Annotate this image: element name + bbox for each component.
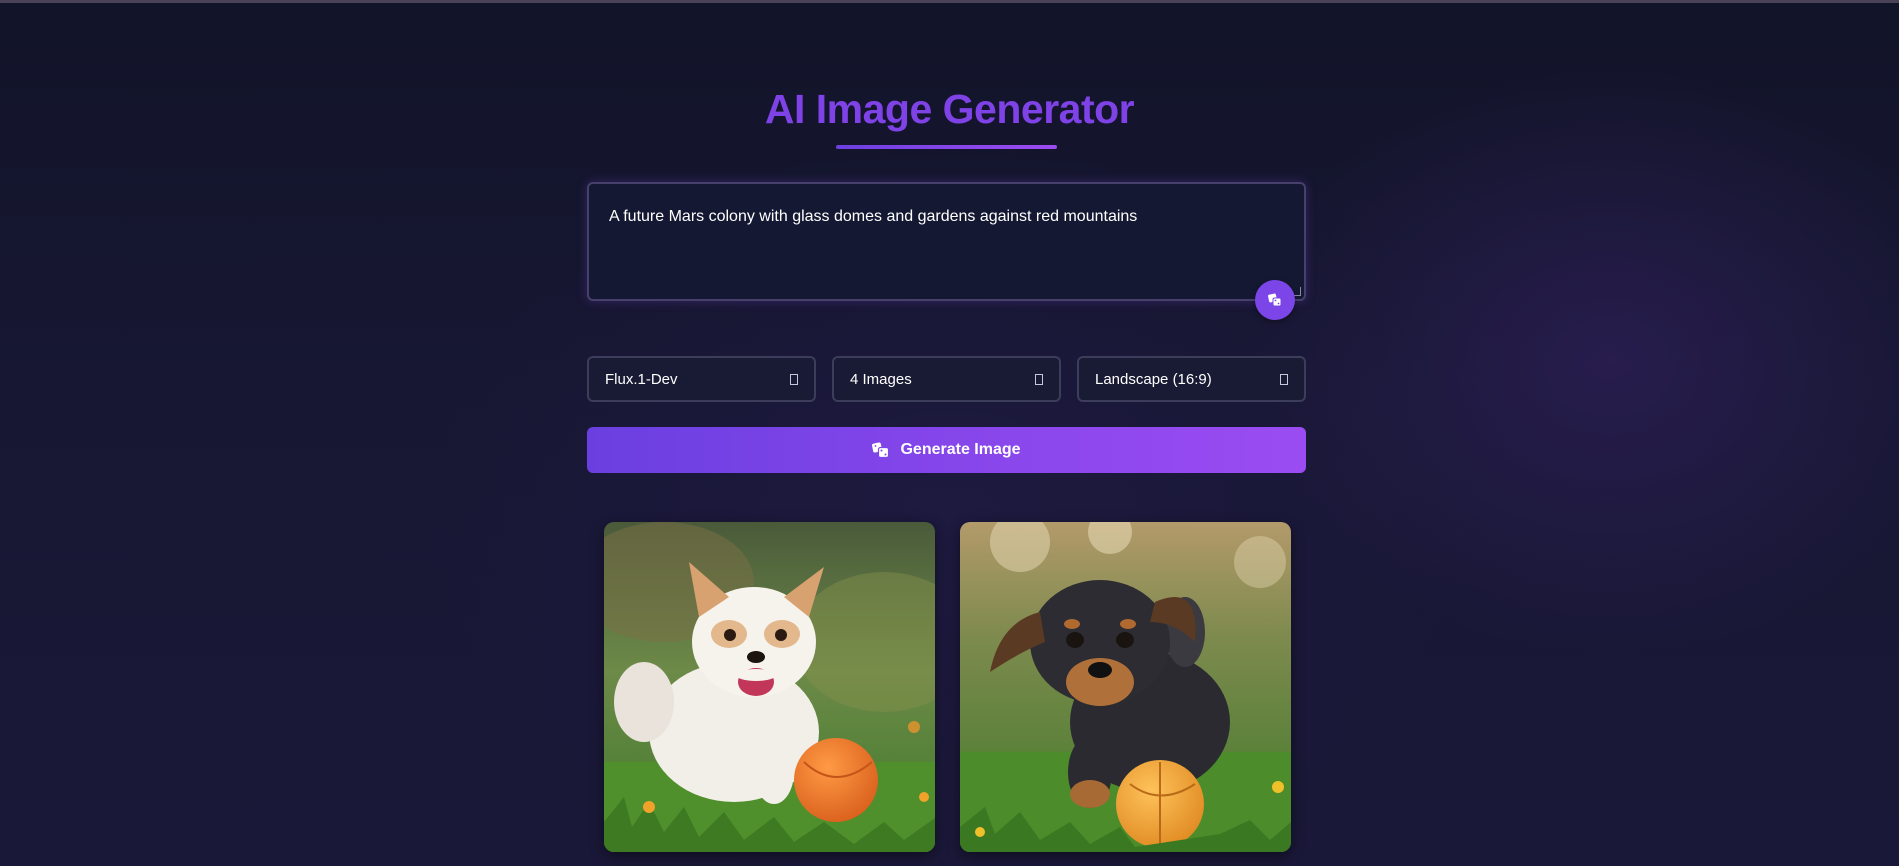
prompt-text[interactable]: A future Mars colony with glass domes an… (609, 208, 1284, 226)
model-select-value: Flux.1-Dev (605, 370, 678, 388)
image-count-select-value: 4 Images (850, 370, 912, 388)
model-select[interactable]: Flux.1-Dev (587, 356, 816, 402)
aspect-ratio-select[interactable]: Landscape (16:9) (1077, 356, 1306, 402)
prompt-input[interactable]: A future Mars colony with glass domes an… (587, 182, 1306, 301)
page-title: AI Image Generator (764, 86, 1135, 132)
title-underline (836, 145, 1057, 149)
image-white-puppy (604, 522, 935, 852)
image-count-select[interactable]: 4 Images (832, 356, 1061, 402)
aspect-ratio-select-value: Landscape (16:9) (1095, 370, 1212, 388)
window-top-border (0, 0, 1899, 3)
dice-icon (872, 442, 890, 458)
dice-icon (1268, 293, 1282, 307)
image-black-puppy (960, 522, 1291, 852)
chevron-down-icon (1035, 373, 1043, 385)
chevron-down-icon (790, 373, 798, 385)
generated-image-card[interactable] (604, 522, 935, 852)
generated-image-card[interactable] (960, 522, 1291, 852)
generate-image-button[interactable]: Generate Image (587, 427, 1306, 473)
generate-button-label: Generate Image (900, 441, 1021, 458)
random-prompt-button[interactable] (1255, 280, 1295, 320)
chevron-down-icon (1280, 373, 1288, 385)
